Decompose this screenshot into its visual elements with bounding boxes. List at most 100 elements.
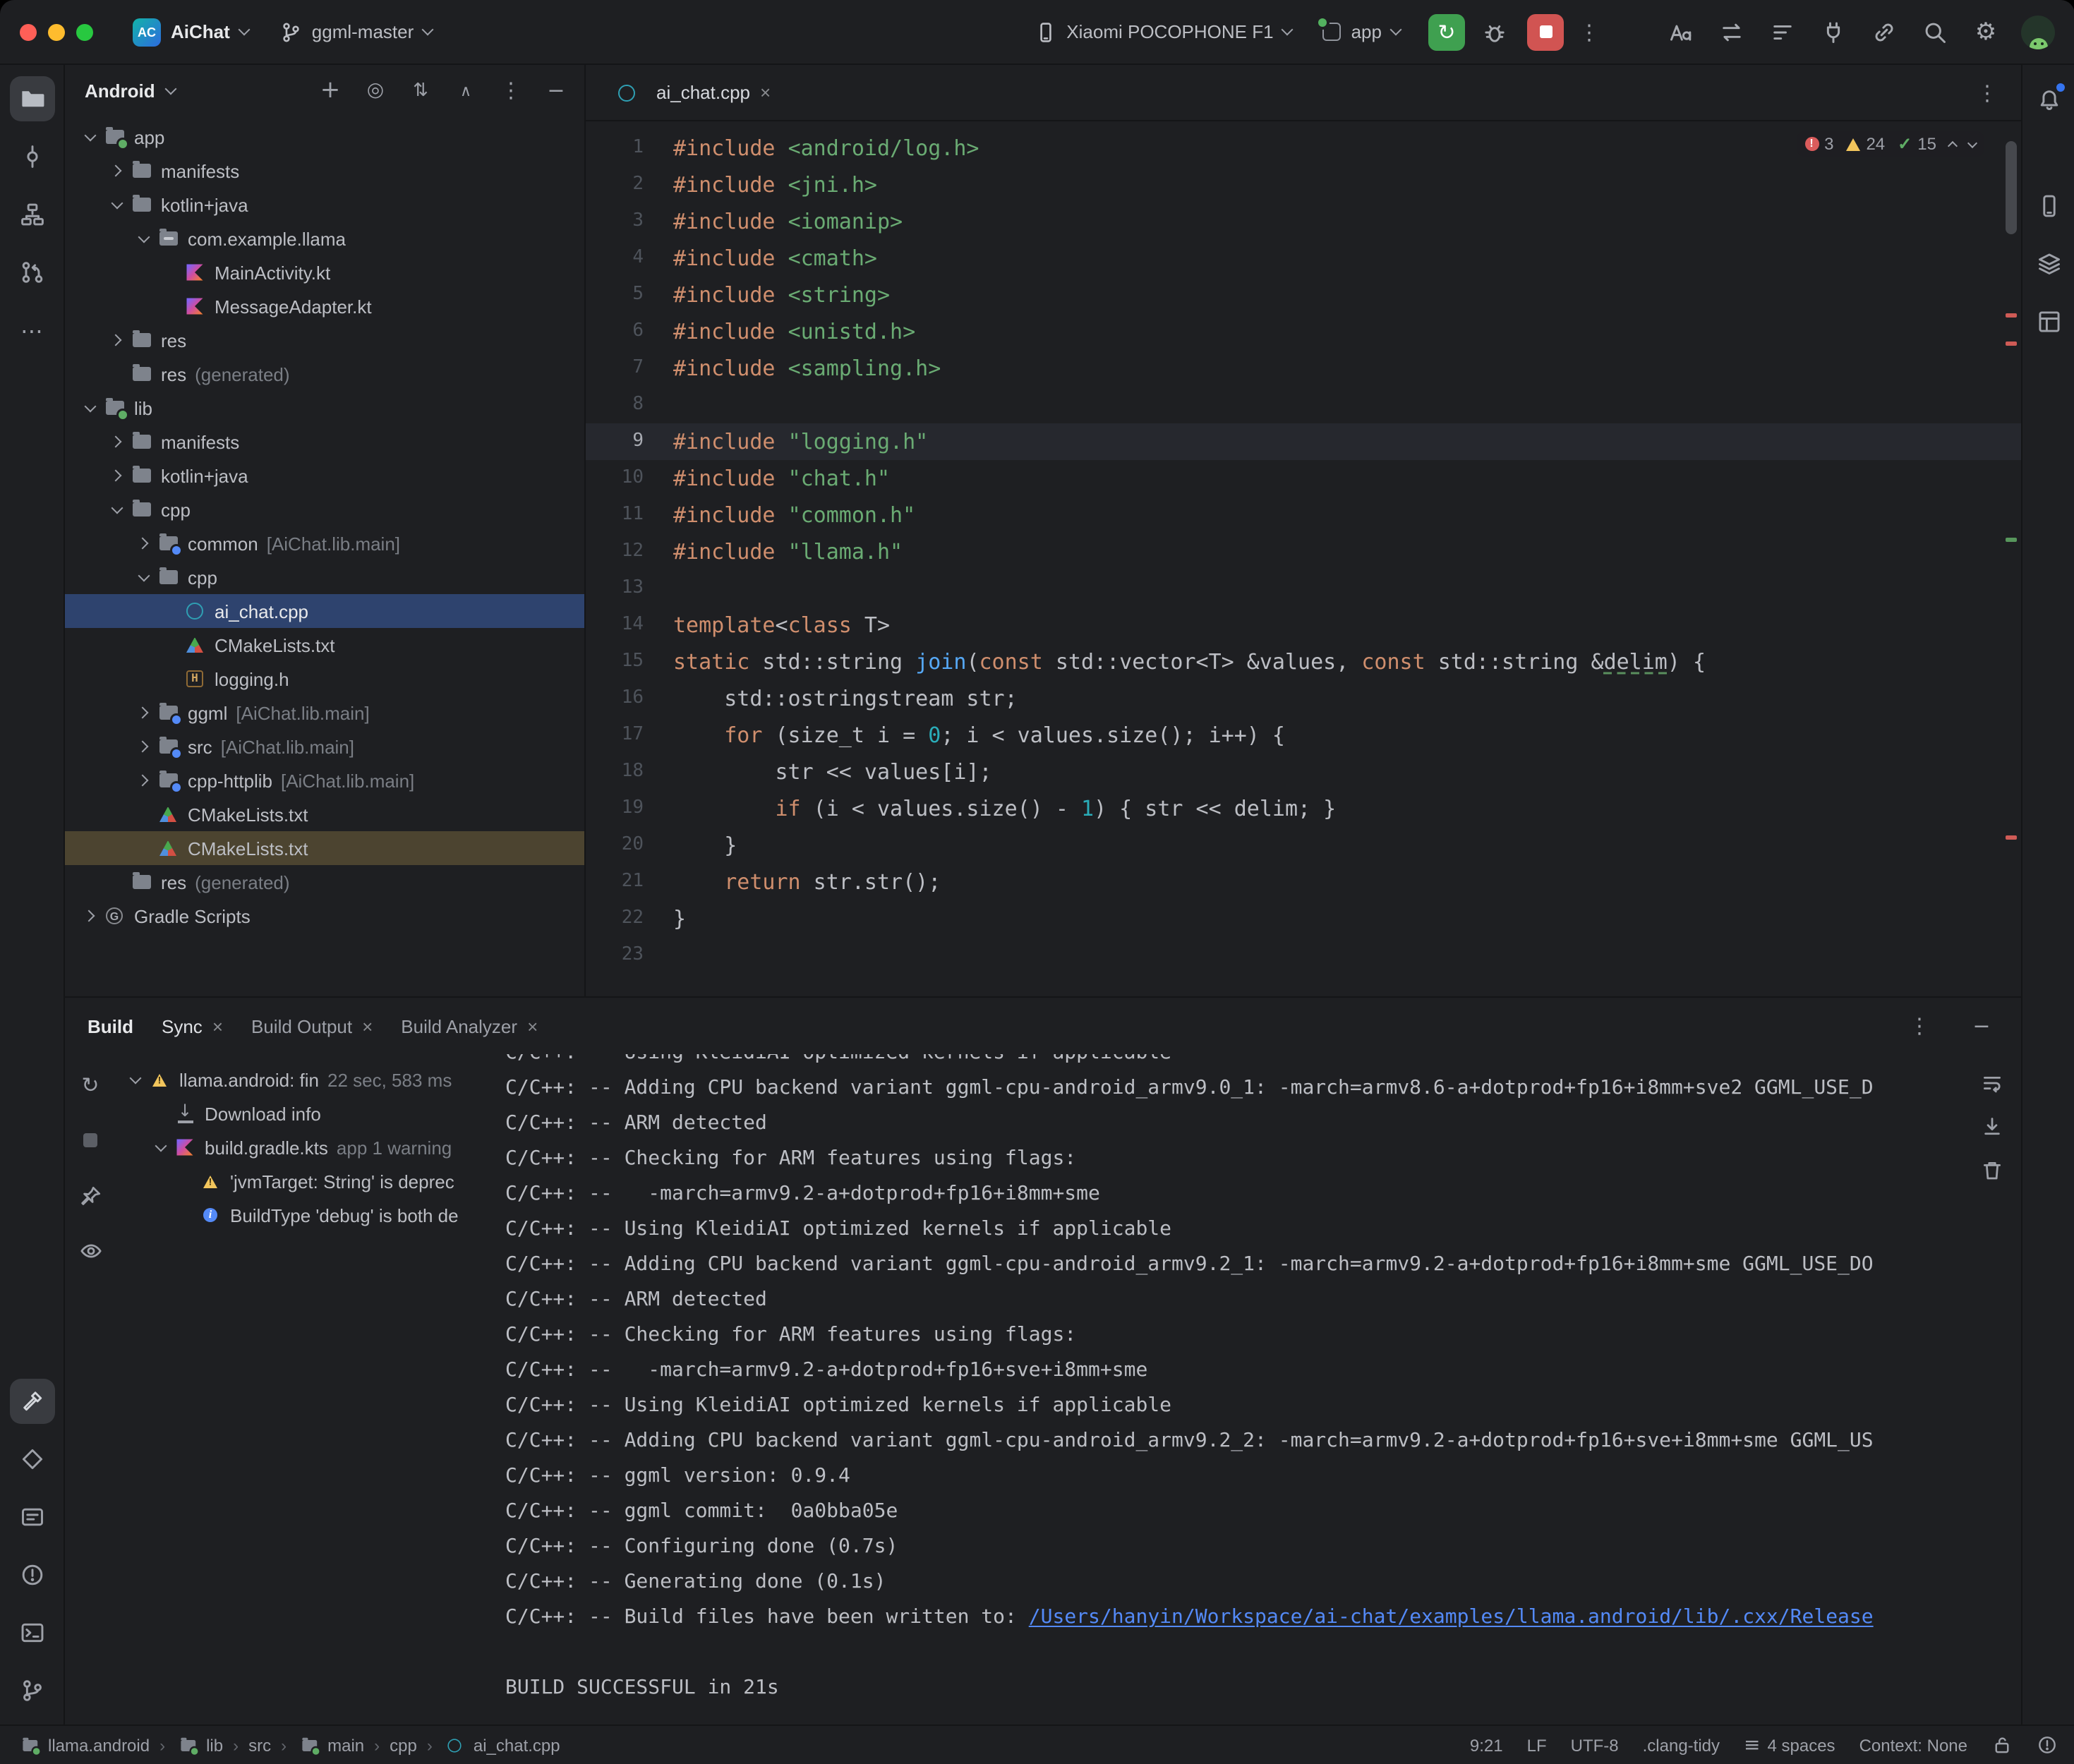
tree-item-kotlin-java[interactable]: kotlin+java (65, 188, 584, 222)
tree-item-common[interactable]: common[AiChat.lib.main] (65, 526, 584, 560)
stop-button[interactable] (1527, 13, 1564, 50)
eye-icon[interactable] (73, 1233, 107, 1267)
breadcrumb-ai-chat-cpp[interactable]: ai_chat.cpp (442, 1734, 560, 1756)
tree-item-res[interactable]: res(generated) (65, 357, 584, 391)
caret-position[interactable]: 9:21 (1470, 1735, 1503, 1755)
build-console[interactable]: C/C++: -- Using KleidiAI optimized kerne… (494, 1054, 2021, 1724)
tree-item-src[interactable]: src[AiChat.lib.main] (65, 730, 584, 763)
quality-insights-tool-button[interactable] (9, 1437, 54, 1482)
tree-item-cmakelists-txt[interactable]: CMakeLists.txt (65, 628, 584, 662)
android-avatar-icon[interactable] (2021, 15, 2055, 49)
tree-item-buildtype-debug-is-both-de[interactable]: BuildType 'debug' is both de (116, 1198, 494, 1232)
build-panel-options-icon[interactable] (1903, 1009, 1936, 1043)
tree-item-cmakelists-txt[interactable]: CMakeLists.txt (65, 831, 584, 865)
breadcrumb-src[interactable]: src (248, 1735, 271, 1755)
logcat-tool-button[interactable] (9, 1494, 54, 1540)
tree-item-messageadapter-kt[interactable]: MessageAdapter.kt (65, 289, 584, 323)
chevron-right-icon[interactable] (79, 905, 102, 927)
tree-item-com-example-llama[interactable]: com.example.llama (65, 222, 584, 255)
tree-item-logging-h[interactable]: logging.h (65, 662, 584, 696)
search-icon[interactable] (1914, 11, 1956, 53)
tree-item-res[interactable]: res (65, 323, 584, 357)
scroll-to-end-icon[interactable] (1980, 1115, 2004, 1139)
run-configuration-selector[interactable]: app (1312, 14, 1411, 49)
chevron-down-icon[interactable] (133, 566, 155, 588)
tree-item-cpp-httplib[interactable]: cpp-httplib[AiChat.lib.main] (65, 763, 584, 797)
pin-icon[interactable] (73, 1178, 107, 1212)
chevron-right-icon[interactable] (106, 430, 128, 453)
chevron-right-icon[interactable] (106, 329, 128, 351)
build-tab-build-output[interactable]: Build Output (251, 1015, 373, 1037)
console-link[interactable]: /Users/hanyin/Workspace/ai-chat/examples… (1029, 1606, 1874, 1629)
tree-item-app[interactable]: app (65, 120, 584, 154)
link-icon[interactable] (1863, 11, 1905, 53)
stripe-mark[interactable] (2006, 835, 2017, 840)
chevron-down-icon[interactable] (79, 397, 102, 419)
chevron-right-icon[interactable] (133, 735, 155, 758)
project-widget[interactable]: AC AiChat (121, 11, 260, 53)
breadcrumb-llama-android[interactable]: llama.android (17, 1734, 150, 1756)
stripe-mark[interactable] (2006, 538, 2017, 542)
analyzer-status[interactable]: .clang-tidy (1643, 1735, 1720, 1755)
editor-tab-ai-chat-cpp[interactable]: ai_chat.cpp (603, 65, 782, 120)
rerun-sync-icon[interactable] (73, 1068, 107, 1102)
device-selector[interactable]: Xiaomi POCOPHONE F1 (1023, 13, 1303, 50)
stop-sync-icon[interactable] (73, 1123, 107, 1157)
tree-item-cmakelists-txt[interactable]: CMakeLists.txt (65, 797, 584, 831)
tree-item-manifests[interactable]: manifests (65, 425, 584, 459)
more-run-options-icon[interactable] (1572, 15, 1606, 49)
locate-file-icon[interactable] (358, 73, 392, 107)
plug-icon[interactable] (1812, 11, 1855, 53)
chevron-down-icon[interactable] (106, 498, 128, 521)
chevron-down-icon[interactable] (124, 1068, 147, 1091)
settings-gear-icon[interactable] (1965, 11, 2007, 53)
hide-build-panel-icon[interactable] (1965, 1009, 1998, 1043)
version-control-tool-button[interactable] (9, 1668, 54, 1713)
app-inspection-button[interactable] (2026, 241, 2071, 286)
next-issue-icon[interactable] (1967, 138, 1977, 147)
chevron-right-icon[interactable] (133, 769, 155, 792)
inspections-widget[interactable]: 3 24 15 (1796, 131, 1984, 157)
build-tab-sync[interactable]: Sync (162, 1015, 223, 1037)
close-icon[interactable] (362, 1015, 373, 1037)
alert-circle-icon[interactable] (2037, 1734, 2058, 1756)
chevron-right-icon[interactable] (106, 464, 128, 487)
chevron-right-icon[interactable] (133, 532, 155, 555)
running-devices-button[interactable] (2026, 183, 2071, 229)
lock-icon[interactable] (1991, 1734, 2013, 1756)
add-icon[interactable] (313, 73, 347, 107)
close-icon[interactable] (527, 1015, 538, 1037)
debug-button[interactable] (1473, 11, 1516, 53)
more-tools-icon[interactable] (9, 308, 54, 353)
breadcrumb-cpp[interactable]: cpp (390, 1735, 417, 1755)
tree-item-mainactivity-kt[interactable]: MainActivity.kt (65, 255, 584, 289)
build-tab-build-analyzer[interactable]: Build Analyzer (401, 1015, 538, 1037)
context-widget[interactable]: Context: None (1859, 1735, 1967, 1755)
swap-arrows-icon[interactable] (1711, 11, 1753, 53)
close-icon[interactable] (212, 1015, 223, 1037)
tree-item-manifests[interactable]: manifests (65, 154, 584, 188)
chevron-right-icon[interactable] (106, 159, 128, 182)
tree-item-ggml[interactable]: ggml[AiChat.lib.main] (65, 696, 584, 730)
close-icon[interactable] (760, 82, 771, 103)
chevron-down-icon[interactable] (150, 1136, 172, 1159)
expand-all-icon[interactable] (404, 73, 438, 107)
letter-case-icon[interactable] (1660, 11, 1702, 53)
collapse-all-icon[interactable] (449, 73, 483, 107)
hide-panel-icon[interactable] (539, 73, 573, 107)
problems-tool-button[interactable] (9, 1552, 54, 1597)
vcs-branch-widget[interactable]: ggml-master (268, 13, 444, 50)
chevron-right-icon[interactable] (133, 701, 155, 724)
zoom-window-button[interactable] (76, 23, 93, 40)
chevron-down-icon[interactable] (106, 193, 128, 216)
indent-selector[interactable]: 4 spaces (1744, 1734, 1835, 1756)
tree-item-cpp[interactable]: cpp (65, 560, 584, 594)
previous-issue-icon[interactable] (1948, 141, 1958, 151)
tree-item-build-gradle-kts[interactable]: build.gradle.ktsapp 1 warning (116, 1130, 494, 1164)
project-tool-button[interactable] (9, 76, 54, 121)
tree-item-cpp[interactable]: cpp (65, 493, 584, 526)
line-ending-selector[interactable]: LF (1527, 1735, 1547, 1755)
project-view-selector[interactable]: Android (85, 80, 155, 101)
soft-wrap-icon[interactable] (1980, 1071, 2004, 1095)
chevron-down-icon[interactable] (133, 227, 155, 250)
